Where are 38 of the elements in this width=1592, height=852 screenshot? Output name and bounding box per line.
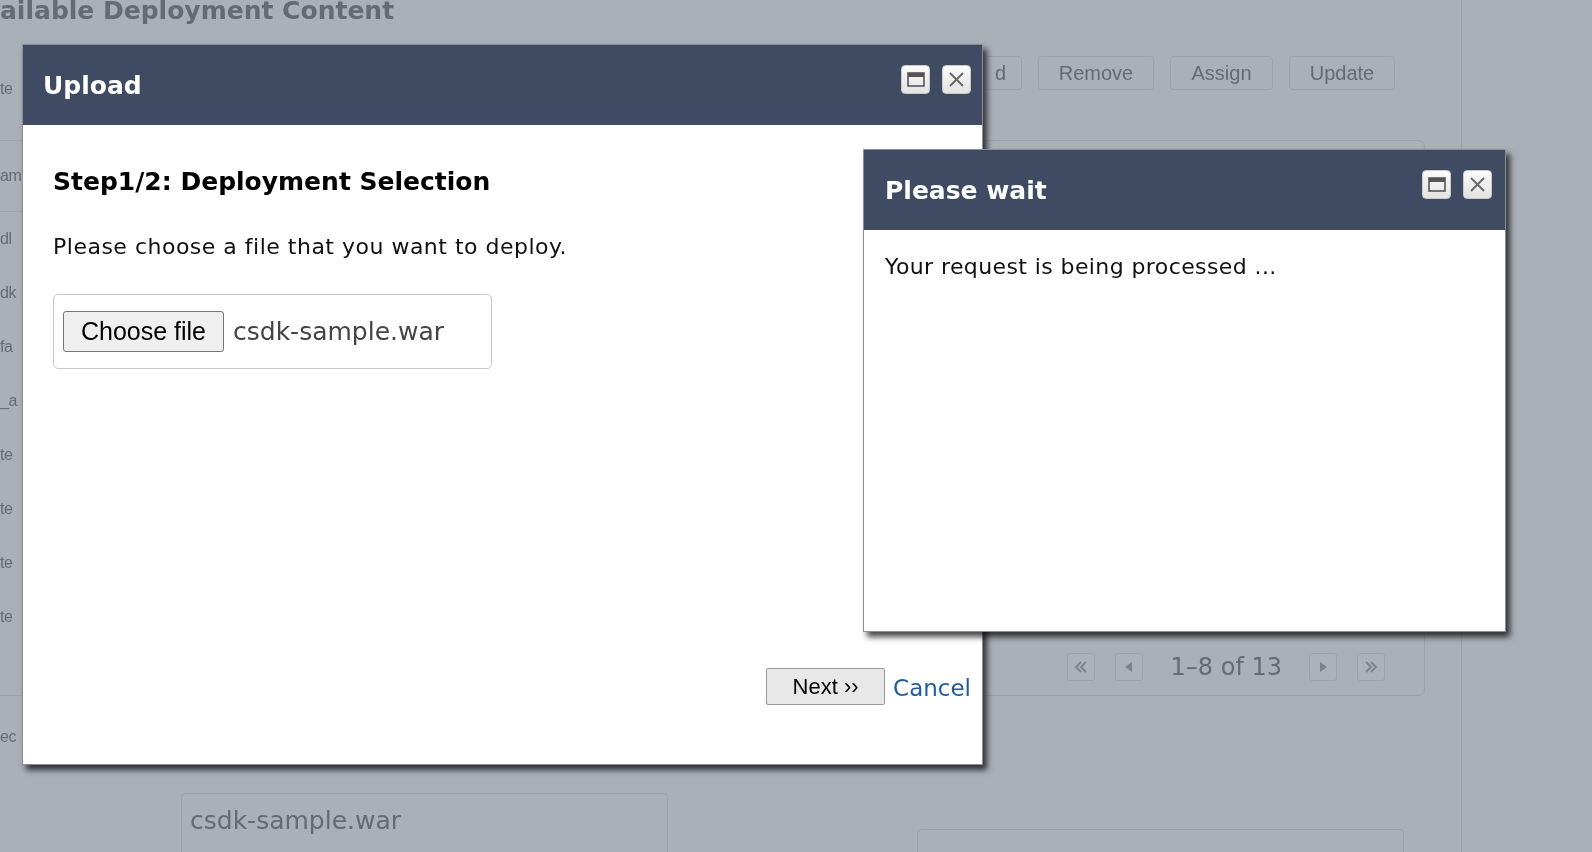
table-cell-text: te <box>0 607 13 627</box>
close-icon <box>1470 177 1485 192</box>
double-chevron-left-icon <box>1073 660 1088 674</box>
cancel-link[interactable]: Cancel <box>893 675 971 701</box>
maximize-button[interactable] <box>901 65 930 94</box>
status-message: Your request is being processed ... <box>885 253 1277 281</box>
page-heading: ailable Deployment Content <box>0 0 395 26</box>
dialog-title: Please wait <box>885 175 1047 205</box>
file-name-text: csdk-sample.war <box>233 317 445 346</box>
toolbar-button[interactable]: Assign <box>1170 56 1273 90</box>
page-range-label: 1–8 of 13 <box>1170 653 1282 681</box>
toolbar-button[interactable]: Remove <box>1038 56 1154 90</box>
table-cell-text: _a <box>0 391 17 411</box>
table-cell-text: te <box>0 553 13 573</box>
toolbar-button[interactable]: Update <box>1289 56 1395 90</box>
next-button[interactable]: Next ›› <box>766 668 886 705</box>
table-cell-text: dl <box>0 229 12 249</box>
table-cell-text: te <box>0 499 13 519</box>
choose-file-button[interactable]: Choose file <box>63 311 224 352</box>
file-input-field[interactable]: Choose file csdk-sample.war <box>53 294 492 369</box>
file-name-field[interactable]: csdk-sample.war <box>181 793 668 852</box>
window-icon <box>906 72 925 87</box>
instruction-text: Please choose a file that you want to deploy. <box>53 233 567 261</box>
filter-label: te <box>0 79 13 99</box>
column-header: am <box>0 166 22 186</box>
dialog-title: Upload <box>43 70 142 100</box>
table-cell-text: fa <box>0 337 13 357</box>
close-button[interactable] <box>1463 170 1492 199</box>
maximize-button[interactable] <box>1422 170 1451 199</box>
section-label: ec <box>0 727 16 747</box>
table-cell-text: dk <box>0 283 16 303</box>
close-icon <box>949 72 964 87</box>
table-cell-text: te <box>0 445 13 465</box>
step-heading: Step1/2: Deployment Selection <box>53 166 491 198</box>
toolbar-button[interactable]: d <box>986 56 1022 90</box>
close-button[interactable] <box>942 65 971 94</box>
double-chevron-right-icon <box>1364 660 1378 674</box>
window-icon <box>1427 177 1446 192</box>
